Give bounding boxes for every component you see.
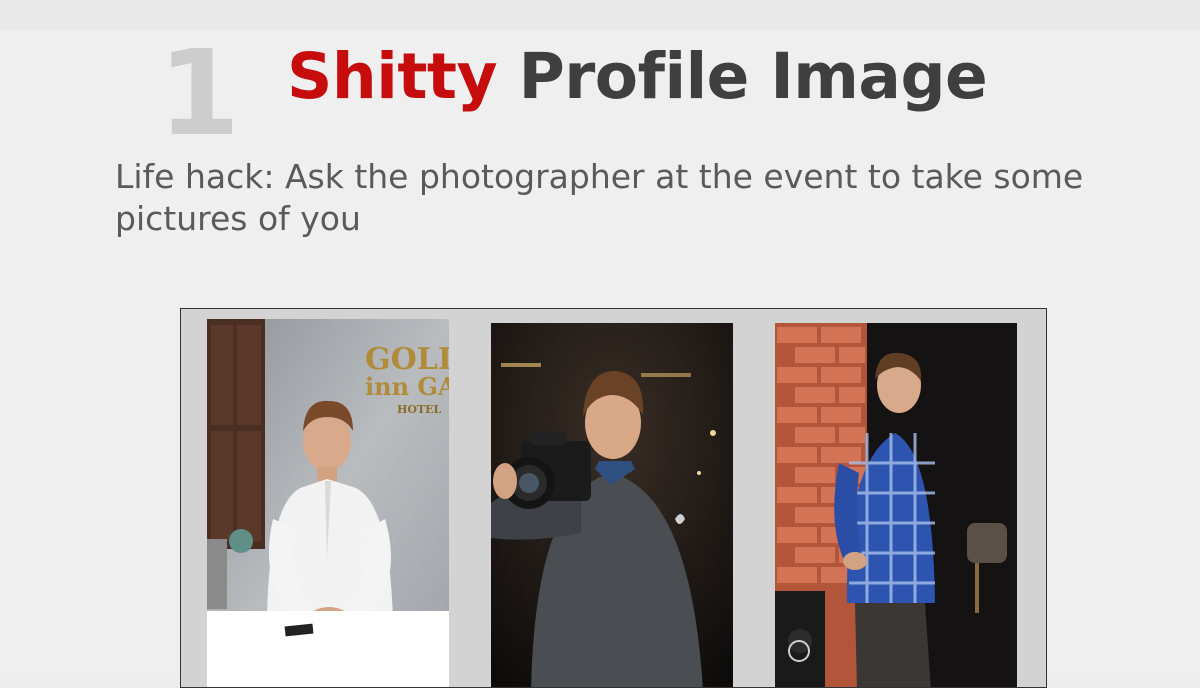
slide-number: 1 [158, 24, 241, 162]
photo-with-camera [491, 323, 733, 687]
slide: 1 Shitty Profile Image Life hack: Ask th… [0, 24, 1200, 688]
slide-subtitle: Life hack: Ask the photographer at the e… [115, 157, 1084, 238]
slide-title: Shitty Profile Image [287, 43, 988, 110]
photo-seated-hotel: GOLD inn GA HOTEL [207, 319, 449, 687]
photo-gallery-frame: GOLD inn GA HOTEL [180, 308, 1047, 688]
sign-line-2: inn GA [365, 372, 449, 401]
photo-brick-wall [775, 323, 1017, 687]
title-rest: Profile Image [518, 40, 988, 113]
sign-line-3: HOTEL [397, 403, 442, 416]
title-accent-word: Shitty [287, 40, 498, 113]
